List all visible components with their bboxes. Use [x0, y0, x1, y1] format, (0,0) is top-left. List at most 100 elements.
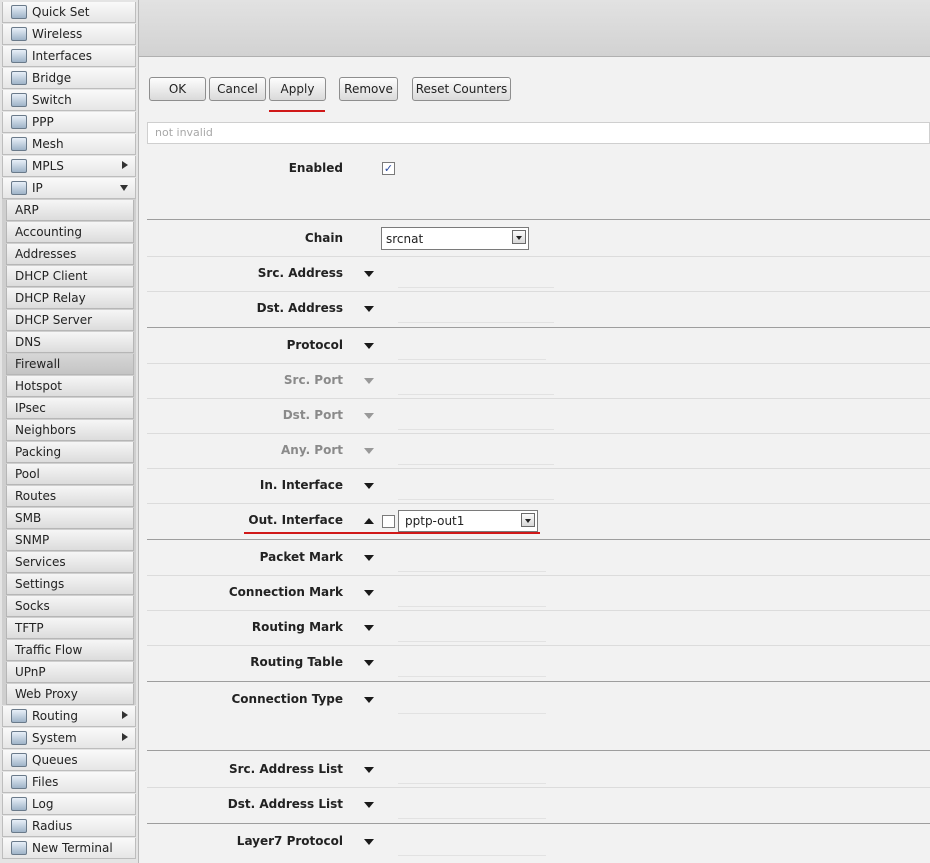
any-port-field — [398, 464, 554, 465]
routing-mark-field — [398, 641, 546, 642]
out-interface-label: Out. Interface — [248, 513, 343, 527]
src-port-label: Src. Port — [283, 373, 343, 387]
dst-address-list-label: Dst. Address List — [227, 797, 343, 811]
sidebar-item-label: IP — [32, 181, 43, 195]
out-interface-select[interactable]: pptp-out1 — [398, 510, 538, 532]
connection-type-field — [398, 713, 546, 714]
window-header — [139, 0, 930, 57]
apply-button[interactable]: Apply — [269, 77, 326, 101]
chevron-right-icon — [122, 733, 128, 741]
chevron-right-icon — [122, 711, 128, 719]
sidebar-item-mesh[interactable]: Mesh — [2, 134, 136, 155]
ip-submenu-item-snmp[interactable]: SNMP — [6, 530, 134, 551]
divider — [147, 219, 930, 220]
divider — [147, 327, 930, 328]
sidebar-item-routing[interactable]: Routing — [2, 706, 136, 727]
sidebar-item-interfaces[interactable]: Interfaces — [2, 46, 136, 67]
in-interface-field — [398, 499, 554, 500]
divider — [147, 433, 930, 434]
layer7-protocol-field — [398, 855, 546, 856]
collapse-out-interface-icon[interactable] — [364, 518, 374, 524]
ip-submenu-item-socks[interactable]: Socks — [6, 596, 134, 617]
expand-routing-mark-icon[interactable] — [364, 625, 374, 631]
expand-connection-type-icon[interactable] — [364, 697, 374, 703]
routing-icon — [11, 709, 27, 723]
expand-routing-table-icon[interactable] — [364, 660, 374, 666]
sidebar-item-bridge[interactable]: Bridge — [2, 68, 136, 89]
divider — [147, 503, 930, 504]
chain-select-value: srcnat — [386, 231, 424, 246]
ip-submenu-item-addresses[interactable]: Addresses — [6, 244, 134, 265]
divider — [147, 681, 930, 682]
divider — [147, 291, 930, 292]
sidebar-item-label: Bridge — [32, 71, 72, 85]
users-icon — [11, 819, 27, 833]
expand-packet-mark-icon[interactable] — [364, 555, 374, 561]
chevron-down-icon[interactable] — [521, 513, 535, 527]
expand-protocol-icon[interactable] — [364, 343, 374, 349]
divider — [147, 645, 930, 646]
sidebar-item-ip[interactable]: IP — [2, 178, 136, 199]
out-interface-select-value: pptp-out1 — [405, 514, 465, 528]
expand-connection-mark-icon[interactable] — [364, 590, 374, 596]
divider — [147, 363, 930, 364]
remove-button[interactable]: Remove — [339, 77, 398, 101]
sidebar-item-system[interactable]: System — [2, 728, 136, 749]
ip-submenu-item-arp[interactable]: ARP — [6, 200, 134, 221]
expand-in-interface-icon[interactable] — [364, 483, 374, 489]
checkmark-icon: ✓ — [383, 162, 394, 175]
enabled-checkbox[interactable]: ✓ — [382, 162, 395, 175]
enabled-label: Enabled — [288, 161, 343, 175]
dst-port-label: Dst. Port — [282, 408, 343, 422]
sidebar-item-label: Interfaces — [32, 49, 92, 63]
sidebar: Quick Set Wireless Interfaces Bridge Switch P… — [0, 0, 139, 863]
sidebar-item-quick-set[interactable]: Quick Set — [2, 2, 136, 23]
quick-set-icon — [11, 5, 27, 19]
sidebar-item-label: Wireless — [32, 27, 83, 41]
divider — [147, 256, 930, 257]
chain-select[interactable]: srcnat — [381, 227, 529, 250]
divider — [147, 823, 930, 824]
sidebar-item-ppp[interactable]: PPP — [2, 112, 136, 133]
expand-src-address-icon[interactable] — [364, 271, 374, 277]
divider — [147, 398, 930, 399]
expand-dst-port-icon — [364, 413, 374, 419]
out-interface-negate-checkbox[interactable] — [382, 515, 395, 528]
expand-src-address-list-icon[interactable] — [364, 767, 374, 773]
routing-table-field — [398, 676, 546, 677]
sidebar-item-label: Radius — [32, 819, 73, 833]
sidebar-item-label: System — [32, 731, 77, 745]
folder-icon — [11, 775, 27, 789]
expand-dst-address-icon[interactable] — [364, 306, 374, 312]
dst-port-field — [398, 429, 554, 430]
src-address-list-label: Src. Address List — [228, 762, 343, 776]
expand-layer7-protocol-icon[interactable] — [364, 839, 374, 845]
ip-submenu-item-neighbors[interactable]: Neighbors — [6, 420, 134, 441]
divider — [147, 575, 930, 576]
ip-icon — [11, 181, 27, 195]
apply-highlight-underline — [269, 110, 325, 112]
chevron-down-icon[interactable] — [512, 230, 526, 244]
sidebar-item-label: Switch — [32, 93, 72, 107]
status-text: not invalid — [147, 122, 930, 144]
dst-address-label: Dst. Address — [256, 301, 343, 315]
sidebar-item-label: Routing — [32, 709, 79, 723]
connection-type-label: Connection Type — [231, 692, 343, 706]
ip-submenu-item-firewall[interactable]: Firewall — [6, 354, 134, 375]
sidebar-item-wireless[interactable]: Wireless — [2, 24, 136, 45]
protocol-field — [398, 359, 546, 360]
sidebar-item-label: Files — [32, 775, 59, 789]
sidebar-item-switch[interactable]: Switch — [2, 90, 136, 111]
chevron-down-icon — [120, 185, 128, 191]
dst-address-list-field — [398, 818, 546, 819]
cancel-button[interactable]: Cancel — [209, 77, 266, 101]
connection-mark-label: Connection Mark — [228, 585, 343, 599]
reset-counters-button[interactable]: Reset Counters — [412, 77, 511, 101]
protocol-label: Protocol — [286, 338, 343, 352]
divider — [147, 468, 930, 469]
ok-button[interactable]: OK — [149, 77, 206, 101]
bridge-icon — [11, 71, 27, 85]
expand-dst-address-list-icon[interactable] — [364, 802, 374, 808]
divider — [147, 787, 930, 788]
packet-mark-field — [398, 571, 546, 572]
